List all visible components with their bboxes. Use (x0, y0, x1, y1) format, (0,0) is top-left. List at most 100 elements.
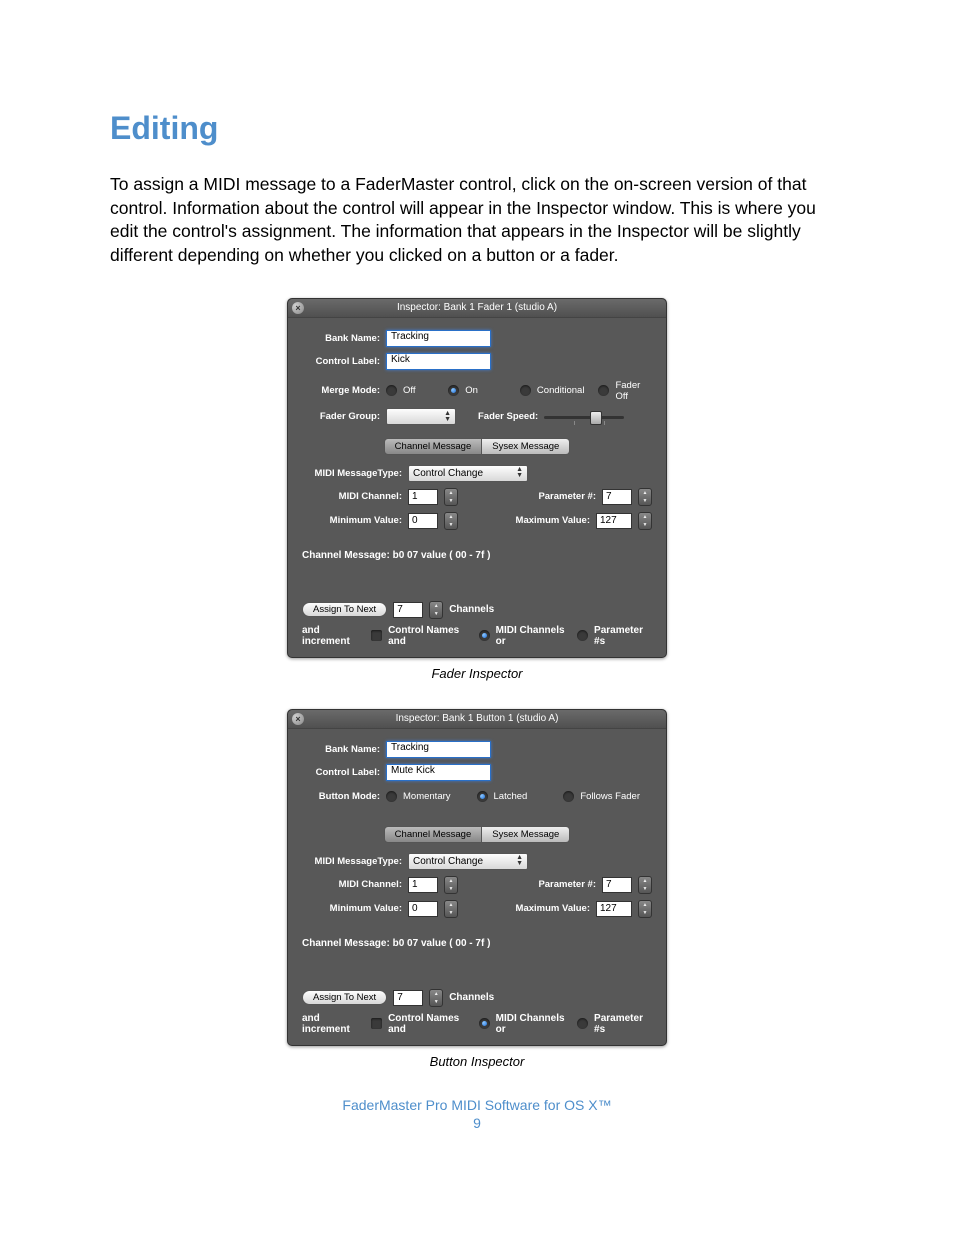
channel-message-value: b0 07 value ( 00 - 7f ) (393, 938, 491, 949)
mode-latched-text: Latched (494, 791, 528, 802)
channel-message-label: Channel Message: (302, 550, 390, 561)
fader-inspector-caption: Fader Inspector (287, 666, 667, 681)
max-value-stepper[interactable]: ▲▼ (638, 900, 652, 918)
fader-inspector-window: × Inspector: Bank 1 Fader 1 (studio A) B… (287, 298, 667, 658)
midi-channel-input[interactable]: 1 (408, 877, 438, 893)
max-value-stepper[interactable]: ▲▼ (638, 512, 652, 530)
merge-conditional-text: Conditional (537, 385, 585, 396)
mode-follows-radio[interactable] (563, 791, 574, 802)
midi-message-type-label: MIDI MessageType: (302, 468, 402, 479)
tab-channel-message[interactable]: Channel Message (384, 826, 483, 843)
merge-on-radio[interactable] (448, 385, 459, 396)
channel-message-label: Channel Message: (302, 938, 390, 949)
assign-count-input[interactable]: 7 (393, 602, 423, 618)
bank-name-input[interactable]: Tracking (386, 330, 491, 347)
midi-message-type-select[interactable]: Control Change ▲▼ (408, 465, 528, 482)
midi-message-type-select[interactable]: Control Change ▲▼ (408, 853, 528, 870)
assign-count-input[interactable]: 7 (393, 990, 423, 1006)
section-heading: Editing (110, 110, 844, 147)
assign-channels-text: Channels (449, 992, 494, 1003)
chevron-updown-icon: ▲▼ (444, 411, 451, 423)
footer-text: FaderMaster Pro MIDI Software for OS X™ (110, 1097, 844, 1113)
merge-faderoff-text: Fader Off (615, 380, 652, 402)
parameter-label: Parameter #: (538, 879, 596, 890)
assign-to-next-button[interactable]: Assign To Next (302, 602, 387, 617)
button-mode-label: Button Mode: (302, 791, 380, 802)
midi-channel-stepper[interactable]: ▲▼ (444, 488, 458, 506)
control-label-input[interactable]: Kick (386, 353, 491, 370)
control-label-label: Control Label: (302, 767, 380, 778)
mode-momentary-radio[interactable] (386, 791, 397, 802)
mode-follows-text: Follows Fader (580, 791, 640, 802)
channel-message-value: b0 07 value ( 00 - 7f ) (393, 550, 491, 561)
midi-channel-label: MIDI Channel: (302, 879, 402, 890)
min-value-label: Minimum Value: (302, 515, 402, 526)
increment-control-names-text: Control Names and (388, 1013, 473, 1035)
close-icon[interactable]: × (292, 302, 304, 314)
parameter-input[interactable]: 7 (602, 489, 632, 505)
mode-momentary-text: Momentary (403, 791, 451, 802)
increment-parameter-radio[interactable] (577, 630, 588, 641)
increment-parameter-radio[interactable] (577, 1018, 588, 1029)
merge-mode-label: Merge Mode: (302, 385, 380, 396)
increment-midi-channels-text: MIDI Channels or (496, 625, 571, 647)
bank-name-input[interactable]: Tracking (386, 741, 491, 758)
chevron-updown-icon: ▲▼ (516, 467, 523, 479)
fader-group-select[interactable]: ▲▼ (386, 408, 456, 425)
button-inspector-window: × Inspector: Bank 1 Button 1 (studio A) … (287, 709, 667, 1046)
assign-count-stepper[interactable]: ▲▼ (429, 989, 443, 1007)
intro-paragraph: To assign a MIDI message to a FaderMaste… (110, 173, 844, 268)
midi-channel-input[interactable]: 1 (408, 489, 438, 505)
increment-label: and increment (302, 625, 365, 647)
increment-control-names-checkbox[interactable] (371, 1018, 382, 1029)
min-value-input[interactable]: 0 (408, 901, 438, 917)
bank-name-label: Bank Name: (302, 333, 380, 344)
control-label-label: Control Label: (302, 356, 380, 367)
midi-message-type-label: MIDI MessageType: (302, 856, 402, 867)
increment-control-names-checkbox[interactable] (371, 630, 382, 641)
bank-name-label: Bank Name: (302, 744, 380, 755)
increment-midi-channels-radio[interactable] (479, 1018, 490, 1029)
parameter-input[interactable]: 7 (602, 877, 632, 893)
max-value-input[interactable]: 127 (596, 513, 632, 529)
max-value-label: Maximum Value: (516, 903, 590, 914)
control-label-input[interactable]: Mute Kick (386, 764, 491, 781)
merge-off-text: Off (403, 385, 416, 396)
min-value-stepper[interactable]: ▲▼ (444, 900, 458, 918)
parameter-label: Parameter #: (538, 491, 596, 502)
merge-off-radio[interactable] (386, 385, 397, 396)
tab-sysex-message[interactable]: Sysex Message (482, 438, 570, 455)
increment-midi-channels-text: MIDI Channels or (496, 1013, 571, 1035)
parameter-stepper[interactable]: ▲▼ (638, 876, 652, 894)
merge-on-text: On (465, 385, 478, 396)
tab-channel-message[interactable]: Channel Message (384, 438, 483, 455)
window-title: Inspector: Bank 1 Fader 1 (studio A) (397, 302, 557, 313)
max-value-label: Maximum Value: (516, 515, 590, 526)
fader-speed-label: Fader Speed: (478, 411, 538, 422)
assign-channels-text: Channels (449, 604, 494, 615)
fader-group-label: Fader Group: (302, 411, 380, 422)
fader-speed-slider[interactable] (544, 408, 624, 426)
chevron-updown-icon: ▲▼ (516, 855, 523, 867)
mode-latched-radio[interactable] (477, 791, 488, 802)
merge-conditional-radio[interactable] (520, 385, 531, 396)
max-value-input[interactable]: 127 (596, 901, 632, 917)
assign-to-next-button[interactable]: Assign To Next (302, 990, 387, 1005)
increment-midi-channels-radio[interactable] (479, 630, 490, 641)
close-icon[interactable]: × (292, 713, 304, 725)
midi-channel-label: MIDI Channel: (302, 491, 402, 502)
increment-parameter-text: Parameter #s (594, 625, 652, 647)
increment-control-names-text: Control Names and (388, 625, 473, 647)
parameter-stepper[interactable]: ▲▼ (638, 488, 652, 506)
merge-faderoff-radio[interactable] (598, 385, 609, 396)
midi-channel-stepper[interactable]: ▲▼ (444, 876, 458, 894)
min-value-label: Minimum Value: (302, 903, 402, 914)
min-value-stepper[interactable]: ▲▼ (444, 512, 458, 530)
increment-parameter-text: Parameter #s (594, 1013, 652, 1035)
assign-count-stepper[interactable]: ▲▼ (429, 601, 443, 619)
button-inspector-caption: Button Inspector (287, 1054, 667, 1069)
tab-sysex-message[interactable]: Sysex Message (482, 826, 570, 843)
increment-label: and increment (302, 1013, 365, 1035)
window-title: Inspector: Bank 1 Button 1 (studio A) (396, 713, 559, 724)
min-value-input[interactable]: 0 (408, 513, 438, 529)
